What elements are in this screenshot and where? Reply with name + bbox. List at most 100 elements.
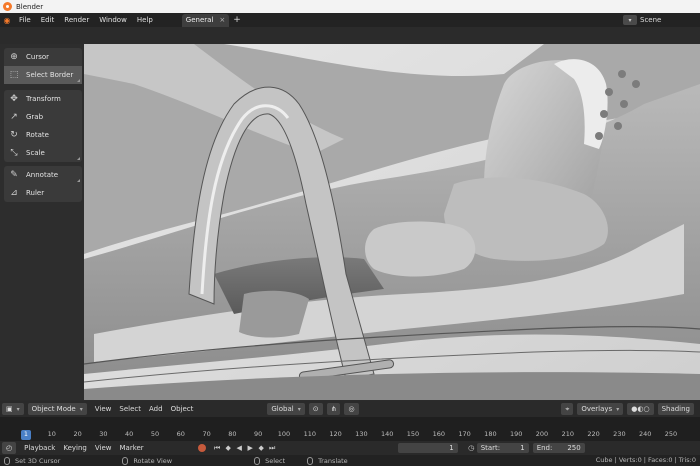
tool-grab-label: Grab — [26, 113, 44, 121]
jump-start-icon[interactable]: ⏮ — [212, 443, 223, 453]
menu-keying[interactable]: Keying — [59, 444, 91, 452]
tool-annotate[interactable]: ✎ Annotate — [4, 166, 82, 184]
chevron-down-icon: ▾ — [16, 405, 20, 413]
orientation-label: Global — [271, 405, 294, 413]
tool-group-select: ⊕ Cursor ⬚ Select Border — [4, 48, 82, 84]
shading-sphere-icon: ●◐○ — [631, 405, 650, 413]
object-mode-dropdown[interactable]: Object Mode ▾ — [27, 403, 87, 415]
current-frame-marker[interactable]: 1 — [21, 430, 31, 440]
gizmo-icon: ⌖ — [565, 404, 570, 413]
pivot-point-button[interactable]: ⊙ — [308, 403, 323, 415]
blender-menu-icon[interactable]: ◉ — [0, 13, 14, 27]
timeline-tick-label: 180 — [484, 430, 497, 438]
play-icon[interactable]: ▶ — [245, 443, 256, 453]
editor-type-button[interactable]: ▣ ▾ — [2, 403, 24, 415]
menu-edit[interactable]: Edit — [36, 13, 60, 27]
object-mode-label: Object Mode — [31, 405, 76, 413]
scene-icon[interactable]: ▾ — [623, 15, 637, 25]
tool-select-border-label: Select Border — [26, 71, 74, 79]
window-titlebar: Blender — [0, 0, 700, 13]
record-icon[interactable] — [197, 444, 206, 452]
menu-view[interactable]: View — [91, 405, 116, 413]
menu-timeline-view[interactable]: View — [91, 444, 116, 452]
rotate-icon: ↻ — [10, 130, 18, 140]
menu-marker[interactable]: Marker — [115, 444, 147, 452]
menu-file[interactable]: File — [14, 13, 36, 27]
timeline-tick-label: 250 — [664, 430, 678, 438]
tool-scale[interactable]: ⤡ Scale — [4, 144, 82, 162]
tool-select-border[interactable]: ⬚ Select Border — [4, 66, 82, 84]
menu-object[interactable]: Object — [167, 405, 198, 413]
timeline-tick-label: 30 — [99, 430, 108, 438]
menu-playback[interactable]: Playback — [20, 444, 59, 452]
hint-translate: Translate — [318, 456, 348, 465]
menu-help[interactable]: Help — [132, 13, 158, 27]
proportional-edit-button[interactable]: ◎ — [344, 403, 359, 415]
transform-orientation-dropdown[interactable]: Global ▾ — [267, 403, 305, 415]
tool-cursor[interactable]: ⊕ Cursor — [4, 48, 82, 66]
timeline-tick-label: 200 — [535, 430, 549, 438]
tool-variants-indicator — [77, 157, 80, 160]
annotate-icon: ✎ — [10, 170, 18, 180]
tool-variants-indicator — [77, 179, 80, 182]
menu-render[interactable]: Render — [59, 13, 94, 27]
tool-group-transform: ✥ Transform ↗ Grab ↻ Rotate ⤡ Scale — [4, 90, 82, 162]
shading-label: Shading — [661, 405, 690, 413]
viewport-header: ▣ ▾ Object Mode ▾ View Select Add Object … — [0, 401, 700, 417]
shading-modes[interactable]: ●◐○ — [627, 403, 654, 415]
overlays-dropdown[interactable]: Overlays ▾ — [577, 403, 624, 415]
scale-icon: ⤡ — [10, 148, 18, 158]
jump-end-icon[interactable]: ⏭ — [267, 443, 278, 453]
tool-variants-indicator — [77, 79, 80, 82]
prev-keyframe-icon[interactable]: ◆ — [223, 443, 234, 453]
timeline-tick-label: 20 — [73, 430, 82, 438]
timeline-tick-label: 190 — [509, 430, 523, 438]
tool-transform[interactable]: ✥ Transform — [4, 90, 82, 108]
start-label: Start: — [480, 444, 501, 452]
cursor-icon: ⊕ — [10, 52, 18, 62]
status-hint-cursor: Set 3D Cursor — [4, 456, 60, 465]
next-keyframe-icon[interactable]: ◆ — [256, 443, 267, 453]
timeline-tick-label: 10 — [47, 430, 56, 438]
preview-range-icon[interactable]: ◷ — [466, 443, 477, 453]
start-frame-field[interactable]: Start: 1 — [476, 443, 529, 453]
menu-add[interactable]: Add — [145, 405, 167, 413]
shading-dropdown[interactable]: Shading — [657, 403, 694, 415]
ruler-icon: ⊿ — [10, 188, 18, 198]
tab-general-label: General — [185, 16, 214, 24]
scene-name[interactable]: Scene — [640, 16, 700, 24]
end-frame-field[interactable]: End: 250 — [532, 443, 585, 453]
close-tab-icon[interactable]: × — [219, 16, 225, 24]
timeline-editor[interactable]: 1 10 20 30 40 50 60 70 80 90 100 110 120 130 140 150 16… — [0, 417, 700, 441]
end-label: End: — [536, 444, 553, 452]
timeline-editor-type-button[interactable]: ◴ — [2, 442, 17, 454]
play-reverse-icon[interactable]: ◀ — [234, 443, 245, 453]
timeline-tick-label: 210 — [561, 430, 575, 438]
tool-rotate[interactable]: ↻ Rotate — [4, 126, 82, 144]
menu-select[interactable]: Select — [115, 405, 145, 413]
timeline-tick-label: 170 — [458, 430, 471, 438]
tool-annotate-label: Annotate — [26, 171, 59, 179]
scene-statistics: Cube | Verts:0 | Faces:0 | Tris:0 — [595, 456, 696, 464]
select-box-icon: ⬚ — [9, 70, 19, 80]
mouse-right-icon — [254, 456, 261, 465]
status-hint-select: Select — [254, 456, 285, 465]
timeline-tick-label: 50 — [150, 430, 160, 438]
menu-window[interactable]: Window — [94, 13, 132, 27]
add-workspace-icon[interactable]: + — [233, 15, 241, 25]
timeline-ruler[interactable]: 1 10 20 30 40 50 60 70 80 90 100 110 120 130 140 150 16… — [0, 430, 700, 440]
tab-general[interactable]: General × — [181, 13, 230, 27]
timeline-tick-label: 70 — [202, 430, 211, 438]
tool-cursor-label: Cursor — [26, 53, 50, 61]
tool-ruler[interactable]: ⊿ Ruler — [4, 184, 82, 202]
show-gizmo-button[interactable]: ⌖ — [561, 403, 574, 415]
scene-selector[interactable]: ▾ Scene — [623, 13, 700, 27]
start-value: 1 — [520, 444, 525, 452]
snap-button[interactable]: ⋔ — [326, 403, 341, 415]
status-bar: Set 3D Cursor Rotate View Select Transla… — [0, 455, 700, 466]
current-frame-field[interactable]: 1 — [397, 443, 458, 453]
end-value: 250 — [567, 444, 581, 452]
pivot-icon: ⊙ — [312, 405, 319, 413]
3d-viewport[interactable] — [84, 44, 700, 400]
tool-grab[interactable]: ↗ Grab — [4, 108, 82, 126]
